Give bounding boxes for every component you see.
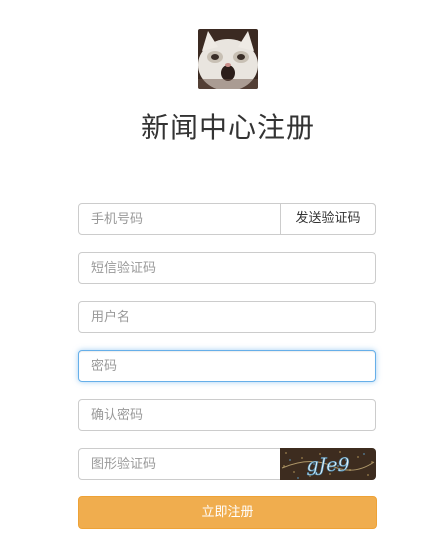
send-code-button[interactable]: 发送验证码	[280, 203, 376, 235]
captcha-image[interactable]: gJe9	[280, 448, 376, 480]
password-input[interactable]	[79, 351, 375, 381]
username-field[interactable]	[78, 301, 376, 333]
image-code-field[interactable]: gJe9	[78, 448, 376, 480]
sms-code-input[interactable]	[79, 253, 375, 283]
confirm-password-input[interactable]	[79, 400, 375, 430]
sms-code-field[interactable]	[78, 252, 376, 284]
avatar	[198, 29, 258, 89]
phone-input[interactable]	[79, 204, 284, 234]
password-field[interactable]	[78, 350, 376, 382]
confirm-password-field[interactable]	[78, 399, 376, 431]
page-title: 新闻中心注册	[140, 111, 315, 144]
image-code-input[interactable]	[79, 449, 284, 479]
captcha-text: gJe9	[306, 454, 349, 476]
register-button[interactable]: 立即注册	[78, 496, 377, 529]
username-input[interactable]	[79, 302, 375, 332]
phone-field[interactable]: 发送验证码	[78, 203, 376, 235]
